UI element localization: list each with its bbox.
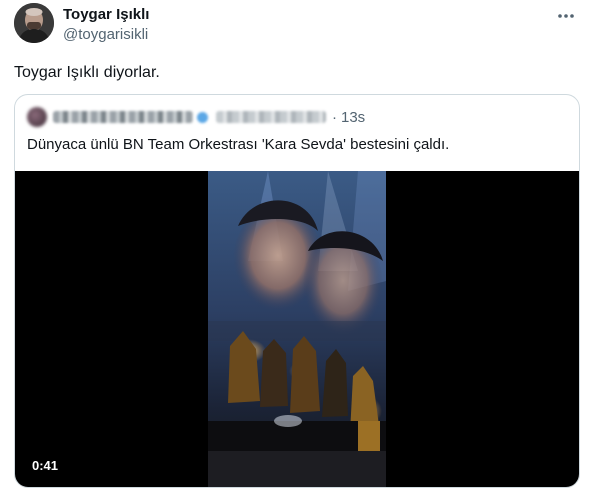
verified-badge-icon — [197, 111, 208, 123]
quoted-author-avatar-blurred[interactable] — [27, 107, 47, 127]
quoted-tweet-text: Dünyaca ünlü BN Team Orkestrası 'Kara Se… — [27, 136, 450, 153]
video-player[interactable]: 0:41 — [15, 171, 579, 487]
more-options-button[interactable] — [553, 6, 579, 26]
quoted-tweet-header: · 13s — [27, 107, 365, 127]
separator-dot: · — [332, 108, 337, 126]
quoted-author-name-blurred[interactable] — [53, 111, 193, 123]
quoted-tweet-time[interactable]: 13s — [341, 109, 365, 126]
quoted-tweet[interactable]: · 13s Dünyaca ünlü BN Team Orkestrası 'K… — [14, 94, 580, 488]
author-handle[interactable]: @toygarisikli — [63, 26, 148, 44]
quoted-author-handle-blurred[interactable] — [216, 111, 326, 123]
tweet-text: Toygar Işıklı diyorlar. — [14, 64, 160, 81]
more-horizontal-icon — [558, 14, 574, 18]
author-name[interactable]: Toygar Işıklı — [63, 6, 149, 24]
concert-video-frame — [208, 171, 386, 487]
video-thumbnail — [208, 171, 386, 487]
author-avatar[interactable] — [14, 3, 54, 43]
user-avatar-icon — [14, 3, 54, 43]
tweet: Toygar Işıklı @toygarisikli Toygar Işıkl… — [0, 0, 593, 493]
video-duration-badge: 0:41 — [27, 456, 64, 476]
